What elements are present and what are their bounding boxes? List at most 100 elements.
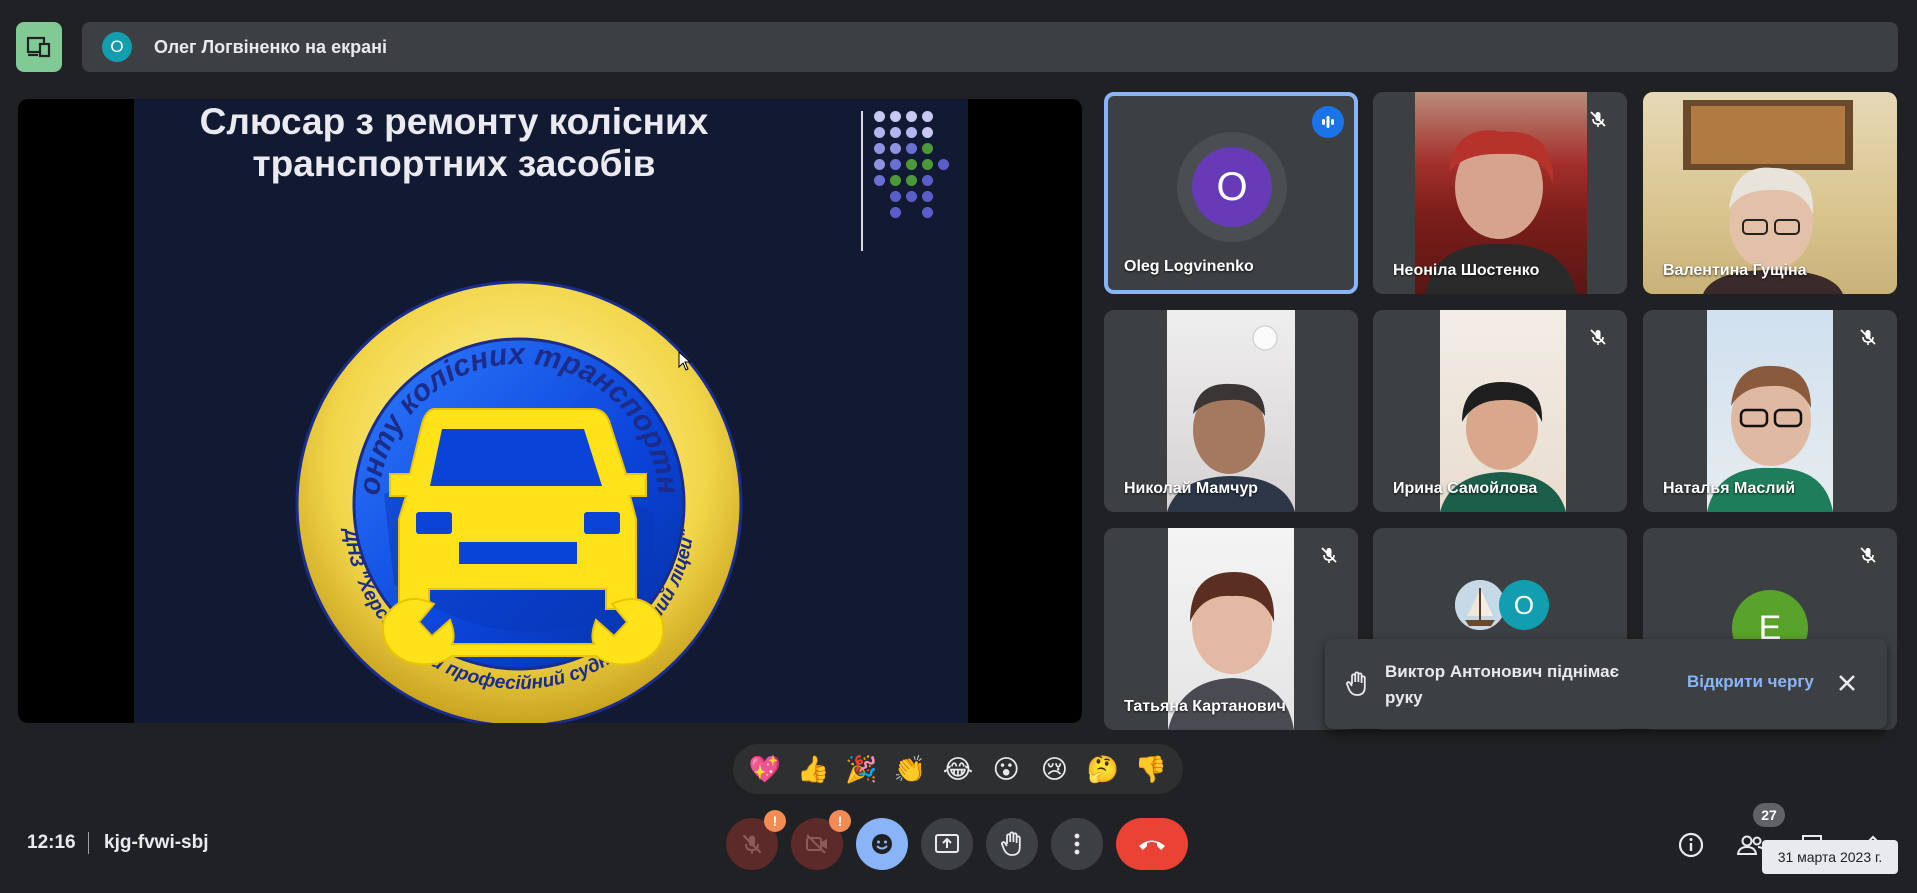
presenting-label: Олег Логвіненко на екрані (154, 36, 387, 57)
decorative-dot (890, 143, 901, 154)
decorative-dot (890, 207, 901, 218)
decorative-dot (906, 111, 917, 122)
decorative-dot (922, 111, 933, 122)
decorative-dot (906, 143, 917, 154)
microphone-toggle-button[interactable]: ! (726, 810, 786, 870)
participants-count-badge: 27 (1753, 803, 1785, 827)
decorative-dot (922, 143, 933, 154)
decorative-dot (906, 127, 917, 138)
avatar-halo: O (1177, 132, 1287, 242)
decorative-dot (922, 175, 933, 186)
decorative-dot (874, 111, 885, 122)
decorative-dot (874, 127, 885, 138)
meeting-time: 12:16 (27, 832, 76, 853)
avatar: O (1499, 580, 1549, 630)
participant-tile[interactable]: Валентина Гущіна (1643, 92, 1897, 294)
camera-off-icon (806, 834, 827, 854)
hand-icon (1001, 831, 1021, 856)
participant-tile[interactable]: Наталья Маслий (1643, 310, 1897, 512)
decorative-dot-grid (874, 111, 954, 231)
decorative-dot (906, 191, 917, 202)
avatar: O (1192, 147, 1272, 227)
decorative-dot (874, 159, 885, 170)
decorative-dot (938, 159, 949, 170)
close-toast-button[interactable] (1830, 666, 1864, 700)
presentation-slide: Слюсар з ремонту колісних транспортних з… (134, 99, 968, 723)
slide-title: Слюсар з ремонту колісних транспортних з… (134, 99, 774, 185)
meeting-code: kjg-fvwi-sbj (104, 832, 209, 853)
open-queue-link[interactable]: Відкрити чергу (1687, 672, 1814, 692)
decorative-dot (906, 175, 917, 186)
speaking-icon (1312, 106, 1344, 138)
shared-screen[interactable]: Слюсар з ремонту колісних транспортних з… (18, 99, 1082, 723)
mic-off-icon (1583, 322, 1613, 352)
emblem-logo: НПЦ з ремонту колісних транспортних засо… (284, 264, 743, 723)
participant-tile[interactable]: Неоніла Шостенко (1373, 92, 1627, 294)
decorative-dot (922, 127, 933, 138)
presentation-toggle-button[interactable] (16, 22, 62, 72)
date-tooltip: 31 марта 2023 г. (1762, 840, 1898, 874)
present-screen-icon (26, 36, 51, 58)
decorative-dot (874, 143, 885, 154)
divider (88, 832, 89, 854)
decorative-dot (890, 111, 901, 122)
participant-name: Татьяна Картанович (1124, 698, 1286, 715)
photo-avatar (1455, 580, 1505, 630)
reaction-surprised[interactable]: 😮 (984, 754, 1028, 785)
reaction-thinking[interactable]: 🤔 (1081, 754, 1125, 785)
participant-name: Неоніла Шостенко (1393, 262, 1540, 279)
more-icon (1074, 833, 1080, 855)
decorative-dot (890, 127, 901, 138)
reaction-clapping[interactable]: 👏 (888, 754, 932, 785)
participant-name: Наталья Маслий (1663, 480, 1796, 497)
warning-badge: ! (829, 810, 851, 832)
decorative-dot (890, 175, 901, 186)
leave-call-button[interactable] (1116, 818, 1188, 870)
mic-off-icon (1853, 540, 1883, 570)
slide-title-line-1: Слюсар з ремонту колісних (199, 101, 709, 142)
mic-off-icon (742, 834, 762, 854)
raise-hand-icon (1346, 671, 1366, 696)
close-icon (1839, 675, 1855, 691)
mic-off-icon (1853, 322, 1883, 352)
decorative-dot (922, 191, 933, 202)
presenter-avatar: О (102, 32, 132, 62)
reaction-thumbs-down[interactable]: 👎 (1129, 754, 1173, 785)
emoji-icon (872, 834, 892, 854)
present-now-button[interactable] (921, 818, 973, 870)
meeting-details-button[interactable] (1676, 830, 1706, 860)
mic-off-icon (1583, 104, 1613, 134)
raise-hand-button[interactable] (986, 818, 1038, 870)
slide-title-line-2: транспортних засобів (252, 143, 656, 184)
participant-name: Ирина Самойлова (1393, 480, 1538, 497)
participant-tile[interactable]: Ирина Самойлова (1373, 310, 1627, 512)
participant-tile[interactable]: Николай Мамчур (1104, 310, 1358, 512)
decorative-dot (906, 159, 917, 170)
mic-off-icon (1314, 540, 1344, 570)
people-icon (1737, 835, 1765, 855)
reaction-thumbs-up[interactable]: 👍 (791, 754, 835, 785)
raise-hand-toast: Виктор Антонович піднімає руку Відкрити … (1325, 639, 1887, 729)
participant-tile[interactable]: Татьяна Картанович (1104, 528, 1358, 730)
participant-tile[interactable]: O Oleg Logvinenko (1104, 92, 1358, 294)
presenting-banner: О Олег Логвіненко на екрані (82, 22, 1898, 72)
warning-badge: ! (764, 810, 786, 832)
reaction-party-popper[interactable]: 🎉 (840, 754, 884, 785)
participant-name: Валентина Гущіна (1663, 262, 1807, 279)
info-icon (1678, 832, 1704, 858)
more-options-button[interactable] (1051, 818, 1103, 870)
present-icon (935, 834, 959, 853)
slide-divider (861, 111, 863, 251)
reaction-laughing[interactable]: 😂 (936, 754, 980, 785)
decorative-dot (922, 207, 933, 218)
decorative-dot (922, 159, 933, 170)
decorative-dot (874, 175, 885, 186)
decorative-dot (890, 159, 901, 170)
participant-name: Oleg Logvinenko (1124, 258, 1254, 275)
reaction-sparkling-heart[interactable]: 💖 (743, 754, 787, 785)
camera-toggle-button[interactable]: ! (791, 810, 851, 870)
decorative-dot (890, 191, 901, 202)
reactions-button[interactable] (856, 818, 908, 870)
reaction-crying[interactable]: 😢 (1032, 754, 1076, 785)
raise-hand-message: Виктор Антонович піднімає руку (1385, 662, 1619, 707)
